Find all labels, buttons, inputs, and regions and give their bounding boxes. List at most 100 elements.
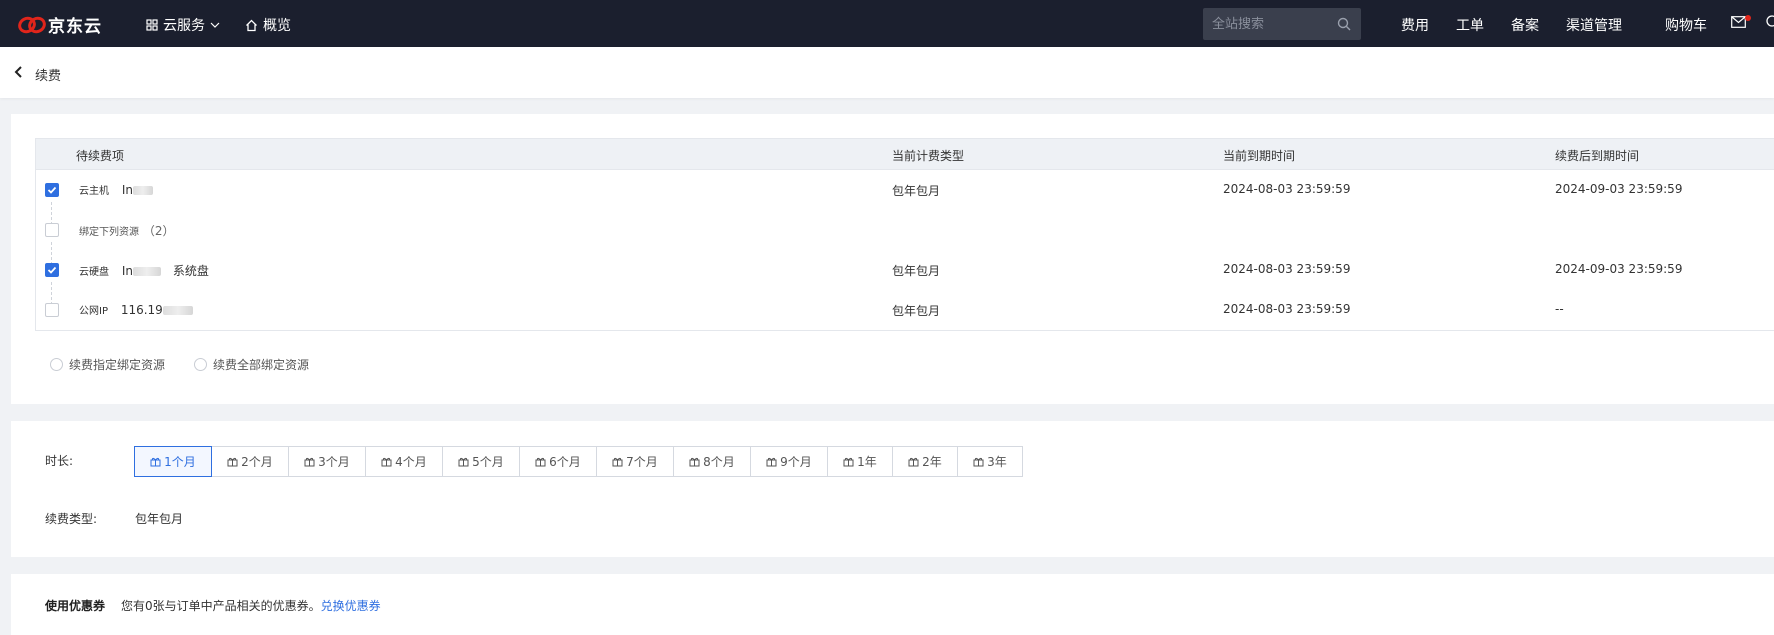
expire-time: 2024-08-03 23:59:59 [1223, 262, 1351, 276]
jdcloud-logo-icon [18, 16, 46, 33]
page-title[interactable]: 续费 [35, 65, 61, 84]
col-header-billing: 当前计费类型 [892, 149, 965, 163]
row-checkbox[interactable] [45, 303, 59, 317]
duration-option[interactable]: 3个月 [288, 446, 366, 477]
duration-option-label: 4个月 [395, 455, 427, 469]
coupon-info: 您有0张与订单中产品相关的优惠券。兑换优惠券 [121, 597, 381, 614]
duration-option[interactable]: 7个月 [596, 446, 674, 477]
nav-overview-label: 概览 [263, 18, 291, 34]
mail-icon[interactable] [1731, 16, 1746, 28]
redeem-coupon-link[interactable]: 兑换优惠券 [321, 599, 381, 613]
duration-option[interactable]: 1年 [827, 446, 893, 477]
search-icon[interactable] [1337, 17, 1351, 31]
disk-type: 系统盘 [172, 264, 209, 278]
nav-channel-management[interactable]: 渠道管理 [1566, 15, 1622, 35]
renew-items-table: 待续费项 当前计费类型 当前到期时间 续费后到期时间 云主机 In 包年包月 2… [35, 138, 1774, 331]
table-row: 公网IP 116.19 包年包月 2024-08-03 23:59:59 -- [36, 290, 1774, 330]
bind-checkbox[interactable] [45, 223, 59, 237]
search-input[interactable] [1203, 8, 1333, 40]
chevron-down-icon [210, 22, 220, 28]
coupon-text: 您有0张与订单中产品相关的优惠券。 [121, 599, 321, 613]
duration-option[interactable]: 2年 [892, 446, 958, 477]
coupon-panel: 使用优惠券 您有0张与订单中产品相关的优惠券。兑换优惠券 [11, 574, 1774, 635]
renew-items-panel: 待续费项 当前计费类型 当前到期时间 续费后到期时间 云主机 In 包年包月 2… [11, 114, 1774, 404]
billing-type: 包年包月 [892, 184, 941, 198]
back-arrow-icon[interactable] [14, 66, 24, 78]
bind-resources-label: 绑定下列资源 [79, 227, 139, 238]
nav-cloud-services[interactable]: 云服务 [146, 15, 220, 35]
resource-type: 云主机 [79, 186, 109, 197]
expire-time: 2024-08-03 23:59:59 [1223, 302, 1351, 316]
resource-cell: 云主机 In [79, 182, 153, 197]
table-row: 绑定下列资源 （2） [36, 210, 1774, 250]
duration-option-label: 2年 [922, 455, 942, 469]
billing-type: 包年包月 [892, 304, 941, 318]
duration-option[interactable]: 6个月 [519, 446, 597, 477]
masked-text [132, 186, 153, 195]
renew-expire-time: 2024-09-03 23:59:59 [1555, 182, 1683, 196]
top-navigation-bar: 京东云 云服务 概览 费用 工单 备案 渠道管理 购物车 [0, 0, 1774, 47]
home-icon [246, 19, 257, 31]
renew-type-label: 续费类型: [45, 512, 98, 526]
notification-dot [1745, 15, 1751, 21]
duration-option-label: 5个月 [472, 455, 504, 469]
brand-logo[interactable]: 京东云 [18, 12, 102, 37]
duration-option-label: 8个月 [703, 455, 735, 469]
gift-icon [766, 457, 777, 467]
duration-option-label: 7个月 [626, 455, 658, 469]
renew-expire-time: 2024-09-03 23:59:59 [1555, 262, 1683, 276]
coupon-title: 使用优惠券 [45, 599, 106, 613]
nav-shopping-cart[interactable]: 购物车 [1665, 15, 1707, 35]
table-row: 云主机 In 包年包月 2024-08-03 23:59:59 2024-09-… [36, 170, 1774, 210]
duration-option-label: 1年 [857, 455, 877, 469]
bind-resources-count: （2） [142, 224, 175, 238]
duration-option-label: 3年 [987, 455, 1007, 469]
duration-option[interactable]: 9个月 [750, 446, 828, 477]
duration-option-label: 9个月 [780, 455, 812, 469]
expire-time: 2024-08-03 23:59:59 [1223, 182, 1351, 196]
duration-option[interactable]: 5个月 [442, 446, 520, 477]
duration-option-label: 3个月 [318, 455, 350, 469]
col-header-item: 待续费项 [76, 149, 125, 163]
gift-icon [150, 457, 161, 467]
duration-option-label: 1个月 [164, 455, 196, 469]
duration-option-label: 2个月 [241, 455, 273, 469]
duration-label: 时长: [45, 454, 74, 468]
duration-option[interactable]: 3年 [957, 446, 1023, 477]
gift-icon [908, 457, 919, 467]
resource-name: In [121, 264, 133, 278]
duration-panel: 时长: 1个月 2个月 3个月 4个月 5个月 6个月 7个月 8个月 9个月 … [11, 421, 1774, 557]
duration-option[interactable]: 2个月 [211, 446, 289, 477]
gift-icon [973, 457, 984, 467]
user-icon[interactable] [1764, 15, 1774, 31]
duration-option-label: 6个月 [549, 455, 581, 469]
gift-icon [535, 457, 546, 467]
table-row: 云硬盘 In 系统盘 包年包月 2024-08-03 23:59:59 2024… [36, 250, 1774, 290]
resource-cell: 云硬盘 In 系统盘 [79, 262, 209, 279]
bind-resources-cell: 绑定下列资源 （2） [79, 222, 174, 239]
radio-button[interactable] [50, 358, 63, 371]
duration-option[interactable]: 8个月 [673, 446, 751, 477]
gift-icon [381, 457, 392, 467]
renew-expire-time: -- [1555, 302, 1564, 316]
duration-option[interactable]: 1个月 [134, 446, 212, 477]
col-header-expire: 当前到期时间 [1223, 149, 1296, 163]
brand-name: 京东云 [48, 17, 102, 37]
duration-selector: 1个月 2个月 3个月 4个月 5个月 6个月 7个月 8个月 9个月 1年 2… [134, 446, 1023, 477]
renew-specified-option[interactable]: 续费指定绑定资源 [50, 356, 165, 373]
nav-billing[interactable]: 费用 [1401, 15, 1429, 35]
resource-cell: 公网IP 116.19 [79, 302, 193, 317]
nav-tickets[interactable]: 工单 [1456, 15, 1484, 35]
renew-all-option[interactable]: 续费全部绑定资源 [194, 356, 309, 373]
row-checkbox[interactable] [45, 263, 59, 277]
masked-text [162, 306, 193, 315]
duration-option[interactable]: 4个月 [365, 446, 443, 477]
nav-filing[interactable]: 备案 [1511, 15, 1539, 35]
row-checkbox[interactable] [45, 183, 59, 197]
grid-icon [146, 19, 158, 31]
checkmark-icon [47, 186, 57, 194]
table-header: 待续费项 当前计费类型 当前到期时间 续费后到期时间 [36, 139, 1774, 170]
nav-overview[interactable]: 概览 [245, 15, 291, 35]
radio-button[interactable] [194, 358, 207, 371]
gift-icon [843, 457, 854, 467]
